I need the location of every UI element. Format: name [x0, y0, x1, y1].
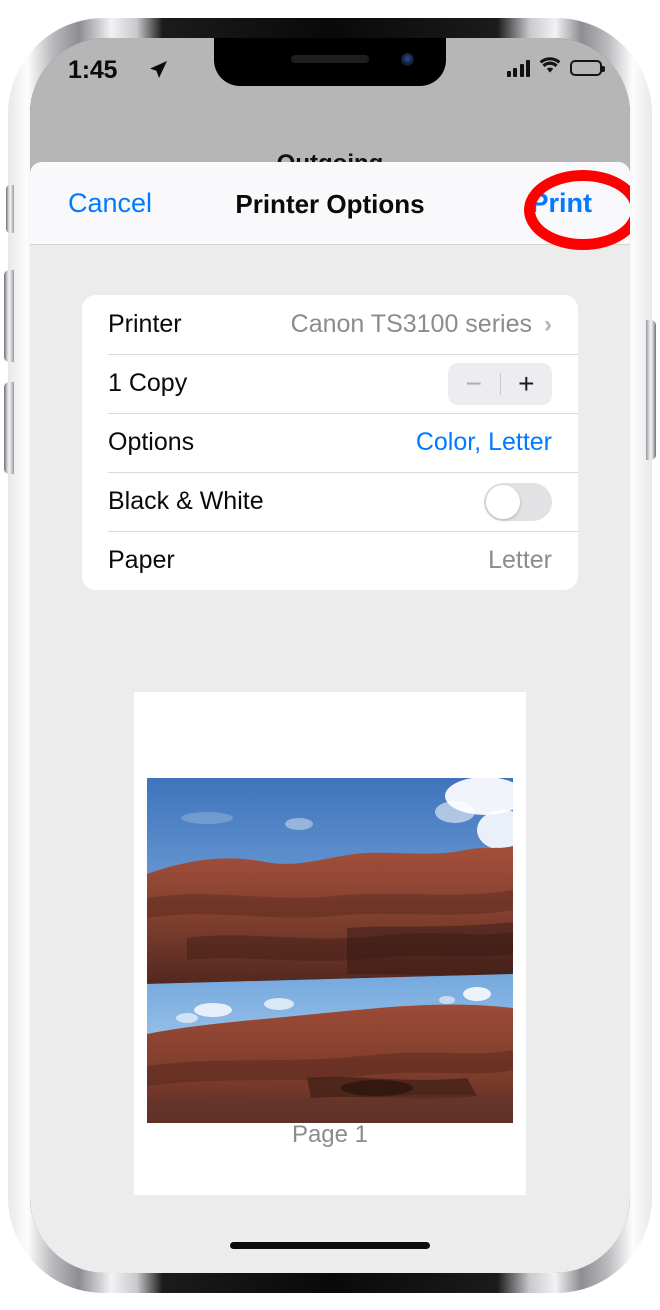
status-bar-time: 1:45: [68, 56, 118, 84]
row-black-and-white: Black & White: [82, 472, 578, 531]
rock-arch-photo: [147, 778, 513, 1123]
row-paper-value: Letter: [488, 546, 552, 574]
modal-navbar: Cancel Printer Options Print: [30, 162, 630, 250]
rock-arch-photo-svg: [147, 778, 513, 1123]
notch: [214, 38, 446, 86]
row-paper-label: Paper: [108, 546, 175, 574]
print-preview-card[interactable]: Page 1: [134, 692, 526, 1195]
black-and-white-toggle[interactable]: [484, 482, 552, 521]
row-printer[interactable]: Printer Canon TS3100 series ›: [82, 295, 578, 354]
mute-switch-button[interactable]: [6, 185, 14, 233]
row-copies: 1 Copy − +: [82, 354, 578, 413]
row-printer-value: Canon TS3100 series: [290, 310, 532, 338]
volume-up-button[interactable]: [4, 270, 14, 362]
phone-screen: Outgoing Cancel Printer Options Print Pr…: [30, 38, 630, 1273]
increment-copies-button[interactable]: +: [501, 363, 553, 405]
printer-settings-list: Printer Canon TS3100 series › 1 Copy − +…: [82, 295, 578, 590]
chevron-right-icon: ›: [544, 310, 552, 338]
row-printer-label: Printer: [108, 310, 182, 338]
page-label: Page 1: [291, 1121, 369, 1148]
row-paper: Paper Letter: [82, 531, 578, 590]
power-button[interactable]: [646, 320, 656, 460]
earpiece-speaker-icon: [291, 55, 369, 63]
decrement-copies-button[interactable]: −: [448, 363, 500, 405]
toggle-knob: [486, 484, 520, 519]
location-arrow-icon: [148, 60, 168, 85]
row-black-and-white-label: Black & White: [108, 487, 264, 515]
printer-options-modal: Cancel Printer Options Print Printer Can…: [30, 162, 630, 1273]
volume-down-button[interactable]: [4, 382, 14, 474]
cellular-bars-icon: [506, 59, 530, 77]
status-bar-indicators: [506, 57, 605, 79]
print-button[interactable]: Print: [530, 188, 592, 219]
row-copies-label: 1 Copy: [108, 369, 188, 397]
home-indicator[interactable]: [230, 1242, 430, 1249]
row-options-label: Options: [108, 428, 195, 456]
row-options[interactable]: Options Color, Letter: [82, 413, 578, 472]
wifi-icon: [539, 57, 561, 79]
copies-stepper[interactable]: − +: [448, 362, 553, 405]
row-options-value[interactable]: Color, Letter: [416, 428, 552, 457]
battery-full-icon: [570, 60, 605, 76]
front-camera-icon: [401, 53, 414, 66]
